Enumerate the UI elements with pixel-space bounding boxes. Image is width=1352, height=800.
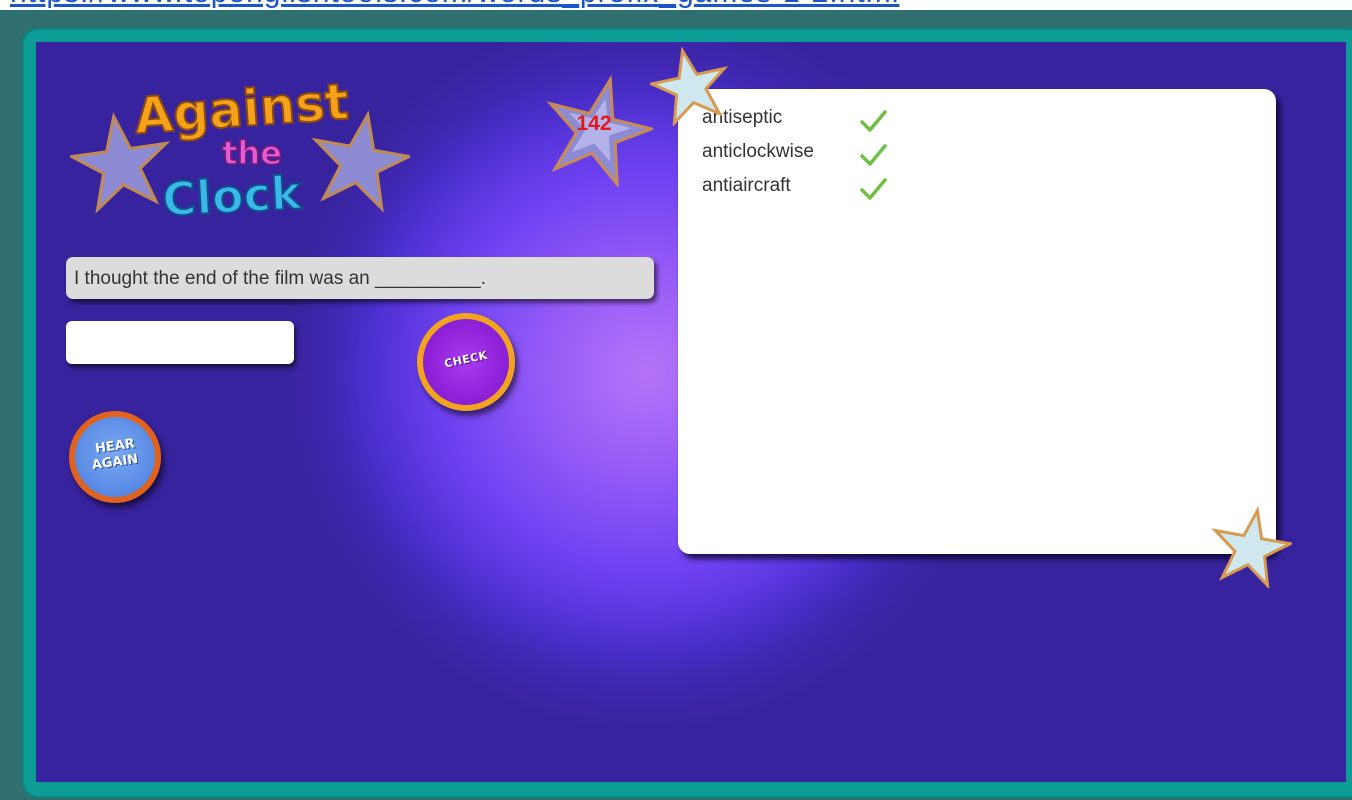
check-mark-icon xyxy=(860,110,887,132)
sentence-text: I thought the end of the film was an ___… xyxy=(74,268,486,289)
check-button[interactable]: CHECK xyxy=(417,313,515,411)
decorative-star-icon xyxy=(1211,506,1292,588)
url-text[interactable]: https://www.topenglishtools.com/words_pr… xyxy=(10,0,899,10)
list-item: antiaircraft xyxy=(702,175,887,205)
word-text: anticlockwise xyxy=(702,141,814,162)
browser-url-strip[interactable]: https://www.topenglishtools.com/words_pr… xyxy=(0,0,1352,10)
score-counter: 142 xyxy=(576,112,612,135)
decorative-star-icon xyxy=(650,46,729,126)
check-button-label: CHECK xyxy=(443,348,489,371)
check-mark-icon xyxy=(860,178,887,200)
list-item: anticlockwise xyxy=(702,141,887,171)
found-words-panel: antiseptic anticlockwise antiaircraft xyxy=(678,89,1276,554)
answer-input[interactable] xyxy=(66,321,294,364)
against-the-clock-logo: Against the Clock xyxy=(70,74,410,224)
word-text: antiaircraft xyxy=(702,175,791,196)
sentence-prompt: I thought the end of the film was an ___… xyxy=(66,257,654,299)
check-mark-icon xyxy=(860,144,887,166)
logo-clock: Clock xyxy=(161,165,304,224)
hear-again-button[interactable]: HEAR AGAIN xyxy=(69,411,161,503)
